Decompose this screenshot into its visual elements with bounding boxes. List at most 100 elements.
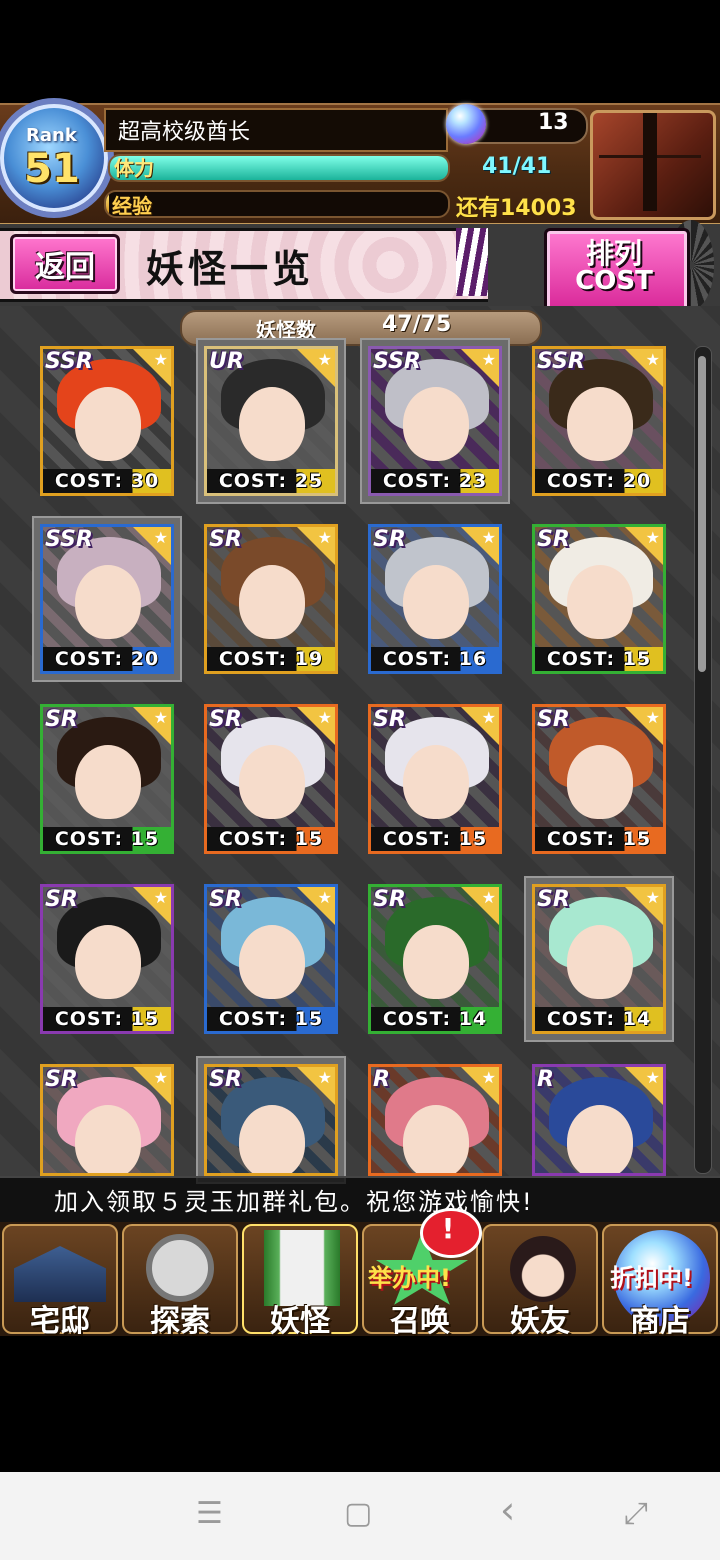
rarity-badge: SSR bbox=[537, 349, 585, 374]
home-icon[interactable]: ▢ bbox=[344, 1496, 372, 1531]
stamina-value: 41/41 bbox=[482, 154, 552, 179]
player-name: 超高校级酋长 bbox=[118, 120, 251, 145]
yokai-card[interactable]: ★ SR COST: 15 bbox=[368, 704, 502, 854]
cost-label: COST: 16 bbox=[371, 647, 499, 671]
star-icon: ★ bbox=[317, 888, 332, 907]
yokai-card[interactable]: ★ SR COST: 15 bbox=[532, 704, 666, 854]
yokai-card[interactable]: ★ SR COST: 15 bbox=[40, 884, 174, 1034]
chest-strap bbox=[643, 113, 657, 211]
nav-yokai-label[interactable]: 妖怪 bbox=[242, 1296, 358, 1340]
yokai-face bbox=[75, 925, 141, 999]
cost-label: COST: 20 bbox=[43, 647, 171, 671]
menu-icon[interactable]: ☰ bbox=[196, 1496, 223, 1531]
yokai-face bbox=[239, 745, 305, 819]
yokai-card[interactable]: ★ SR COST: 14 bbox=[368, 884, 502, 1034]
yokai-face bbox=[567, 745, 633, 819]
page-title: 妖怪一览 bbox=[146, 246, 315, 291]
nav-shop-label[interactable]: 商店 bbox=[602, 1296, 718, 1340]
nav-summon-label[interactable]: 召唤 bbox=[362, 1296, 478, 1340]
yokai-card[interactable]: ★ SR COST: 15 bbox=[204, 884, 338, 1034]
cost-label: COST: 30 bbox=[43, 469, 171, 493]
nav-friends-label[interactable]: 妖友 bbox=[482, 1296, 598, 1340]
yokai-card[interactable]: ★ SSR COST: 20 bbox=[40, 524, 174, 674]
star-icon: ★ bbox=[481, 888, 496, 907]
stamina-fill bbox=[110, 156, 448, 180]
scroll-icon bbox=[264, 1230, 340, 1306]
catgirl-icon bbox=[510, 1236, 576, 1302]
back-icon[interactable]: ‹ bbox=[500, 1488, 515, 1532]
star-icon: ★ bbox=[481, 350, 496, 369]
rarity-badge: SR bbox=[373, 707, 406, 732]
yokai-card[interactable]: ★ SR COST: 15 bbox=[204, 704, 338, 854]
star-icon: ★ bbox=[481, 528, 496, 547]
yokai-face bbox=[239, 925, 305, 999]
star-icon: ★ bbox=[645, 708, 660, 727]
yokai-card[interactable]: ★ SR bbox=[40, 1064, 174, 1176]
yokai-card[interactable]: ★ UR COST: 25 bbox=[204, 346, 338, 496]
yokai-card[interactable]: ★ SSR COST: 20 bbox=[532, 346, 666, 496]
star-icon: ★ bbox=[645, 528, 660, 547]
cost-label: COST: 15 bbox=[207, 1007, 335, 1031]
yokai-card[interactable]: ★ SR COST: 14 bbox=[532, 884, 666, 1034]
yokai-face bbox=[75, 565, 141, 639]
yokai-card[interactable]: ★ SR COST: 16 bbox=[368, 524, 502, 674]
rank-label: Rank bbox=[26, 125, 77, 146]
chest-icon[interactable] bbox=[590, 110, 716, 220]
yokai-card[interactable]: ★ R bbox=[368, 1064, 502, 1176]
yokai-card[interactable]: ★ SSR COST: 23 bbox=[368, 346, 502, 496]
title-stripe bbox=[456, 228, 488, 296]
star-icon: ★ bbox=[153, 528, 168, 547]
rarity-badge: SR bbox=[45, 707, 78, 732]
cost-label: COST: 15 bbox=[43, 1007, 171, 1031]
exp-label: 经验 bbox=[112, 194, 152, 218]
rarity-badge: SSR bbox=[45, 349, 93, 374]
yokai-card[interactable]: ★ SSR COST: 30 bbox=[40, 346, 174, 496]
sort-button-value[interactable]: COST bbox=[546, 266, 682, 296]
yokai-face bbox=[239, 1105, 305, 1173]
rarity-badge: SR bbox=[537, 707, 570, 732]
yokai-count-value: 47/75 bbox=[382, 312, 452, 337]
yokai-face bbox=[567, 925, 633, 999]
notification-badge-text: ! bbox=[441, 1212, 455, 1245]
yokai-card[interactable]: ★ SR COST: 15 bbox=[40, 704, 174, 854]
nav-home-label[interactable]: 宅邸 bbox=[2, 1296, 118, 1340]
rarity-badge: SR bbox=[373, 887, 406, 912]
stamina-bar bbox=[108, 154, 450, 182]
yokai-card[interactable]: ★ SR bbox=[204, 1064, 338, 1176]
back-button-label[interactable]: 返回 bbox=[10, 242, 120, 286]
yokai-face bbox=[403, 565, 469, 639]
cost-label: COST: 20 bbox=[535, 469, 663, 493]
yokai-card[interactable]: ★ R bbox=[532, 1064, 666, 1176]
rarity-badge: SR bbox=[209, 527, 242, 552]
rarity-badge: SR bbox=[209, 1067, 242, 1092]
rotate-icon[interactable]: ⤢ bbox=[624, 1496, 648, 1531]
nav-explore-label[interactable]: 探索 bbox=[122, 1296, 238, 1340]
scrollbar-thumb[interactable] bbox=[698, 356, 706, 672]
rarity-badge: UR bbox=[209, 349, 244, 374]
yokai-face bbox=[403, 387, 469, 461]
yokai-face bbox=[567, 565, 633, 639]
rarity-badge: SR bbox=[209, 887, 242, 912]
star-icon: ★ bbox=[153, 1068, 168, 1087]
house-icon bbox=[14, 1246, 106, 1302]
star-icon: ★ bbox=[153, 350, 168, 369]
yokai-face bbox=[403, 925, 469, 999]
yokai-face bbox=[239, 387, 305, 461]
cost-label: COST: 15 bbox=[535, 647, 663, 671]
exp-bar bbox=[104, 190, 450, 218]
star-icon: ★ bbox=[153, 708, 168, 727]
yokai-card[interactable]: ★ SR COST: 15 bbox=[532, 524, 666, 674]
yokai-face bbox=[567, 1105, 633, 1173]
star-icon: ★ bbox=[481, 708, 496, 727]
rarity-badge: SR bbox=[373, 527, 406, 552]
star-icon: ★ bbox=[645, 350, 660, 369]
rarity-badge: SR bbox=[537, 527, 570, 552]
rarity-badge: SSR bbox=[373, 349, 421, 374]
yokai-face bbox=[239, 565, 305, 639]
star-icon: ★ bbox=[317, 528, 332, 547]
yokai-card[interactable]: ★ SR COST: 19 bbox=[204, 524, 338, 674]
yokai-face bbox=[75, 1105, 141, 1173]
cost-label: COST: 14 bbox=[371, 1007, 499, 1031]
star-icon: ★ bbox=[645, 1068, 660, 1087]
star-icon: ★ bbox=[481, 1068, 496, 1087]
